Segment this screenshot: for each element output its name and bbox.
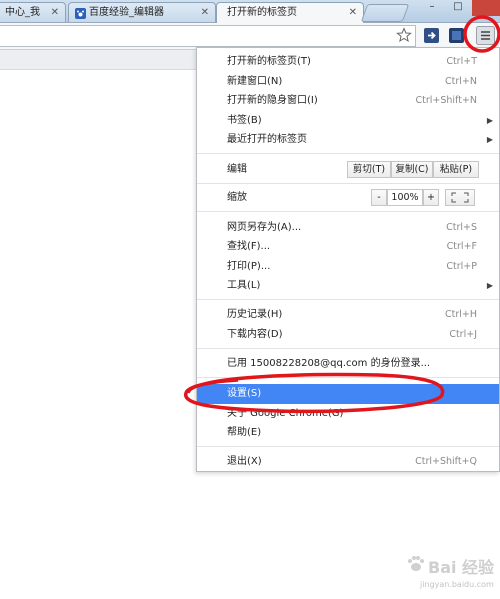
menu-item-tools[interactable]: 工具(L) ▶ [197,277,499,295]
watermark-brand: Bai 经验 [428,558,495,577]
copy-button[interactable]: 复制(C) [391,161,433,178]
menu-item-shortcut: Ctrl+T [446,56,477,67]
menu-item-signed-in[interactable]: 已用 15008228208@qq.com 的身份登录... [197,355,499,373]
menu-item-label: 缩放 [227,192,247,203]
menu-item-print[interactable]: 打印(P)... Ctrl+P [197,258,499,276]
menu-item-label: 已用 15008228208@qq.com 的身份登录... [227,358,431,369]
tab-strip: 中心_我 ✕ 百度经验_编辑器 ✕ 打开新的标签页 ✕ – □ [0,0,500,23]
menu-item-new-tab[interactable]: 打开新的标签页(T) Ctrl+T [197,53,499,71]
extension-icon[interactable] [449,28,464,46]
menu-row-zoom: 缩放 - 100% + [197,189,499,207]
star-icon[interactable] [396,27,412,46]
watermark-url: jingyan.baidu.com [420,580,494,589]
menu-item-save-as[interactable]: 网页另存为(A)... Ctrl+S [197,219,499,237]
menu-item-label: 下载内容(D) [227,329,283,340]
tab-title: 打开新的标签页 [227,7,297,18]
menu-separator [197,299,499,300]
menu-item-about[interactable]: 关于 Google Chrome(G) [197,405,499,423]
close-window-button[interactable] [472,0,500,16]
menu-separator [197,211,499,212]
menu-row-edit: 编辑 剪切(T) 复制(C) 粘贴(P) [197,161,499,179]
tab-baidu-editor[interactable]: 百度经验_编辑器 ✕ [68,2,216,22]
tab-close-icon[interactable]: ✕ [51,3,59,22]
menu-item-label: 工具(L) [227,280,261,291]
menu-item-recent-tabs[interactable]: 最近打开的标签页 ▶ [197,131,499,149]
menu-item-label: 编辑 [227,164,247,175]
menu-item-label: 打开新的隐身窗口(I) [227,95,318,106]
menu-item-exit[interactable]: 退出(X) Ctrl+Shift+Q [197,453,499,471]
submenu-arrow-icon: ▶ [486,116,493,125]
menu-item-new-window[interactable]: 新建窗口(N) Ctrl+N [197,73,499,91]
menu-item-label: 查找(F)... [227,241,271,252]
menu-item-label: 书签(B) [227,115,262,126]
paw-icon [408,556,424,571]
chrome-menu-icon[interactable] [476,26,495,48]
menu-item-label: 帮助(E) [227,427,262,438]
menu-separator [197,446,499,447]
tab-close-icon[interactable]: ✕ [349,3,357,22]
menu-item-label: 网页另存为(A)... [227,222,302,233]
chrome-menu: 打开新的标签页(T) Ctrl+T 新建窗口(N) Ctrl+N 打开新的隐身窗… [196,47,500,472]
submenu-arrow-icon: ▶ [486,135,493,144]
address-bar[interactable] [0,25,416,47]
menu-item-label: 退出(X) [227,456,262,467]
menu-item-label: 最近打开的标签页 [227,134,307,145]
menu-item-shortcut: Ctrl+S [446,222,477,233]
cut-button[interactable]: 剪切(T) [347,161,391,178]
toolbar [0,23,500,50]
menu-item-label: 打印(P)... [227,261,271,272]
zoom-level: 100% [387,189,423,206]
maximize-button[interactable]: □ [446,0,470,16]
menu-item-label: 关于 Google Chrome(G) [227,408,344,419]
menu-item-shortcut: Ctrl+J [449,329,477,340]
fullscreen-icon [451,192,469,203]
menu-item-shortcut: Ctrl+F [446,241,477,252]
menu-item-shortcut: Ctrl+Shift+N [415,95,477,106]
paw-icon [75,7,86,19]
menu-separator [197,348,499,349]
menu-separator [197,153,499,154]
menu-item-find[interactable]: 查找(F)... Ctrl+F [197,238,499,256]
baidu-jingyan-watermark: Bai 经验 jingyan.baidu.com [402,548,498,594]
minimize-button[interactable]: – [420,0,444,16]
tab-title: 百度经验_编辑器 [89,7,164,18]
menu-item-shortcut: Ctrl+H [444,309,477,320]
tab-new-tab[interactable]: 打开新的标签页 ✕ [216,2,364,23]
extension-arrow-icon[interactable] [424,28,439,46]
menu-item-shortcut: Ctrl+N [445,76,477,87]
menu-item-settings[interactable]: 设置(S) [197,384,499,404]
tab-title: 中心_我 [5,7,40,18]
menu-item-label: 历史记录(H) [227,309,283,320]
menu-separator [197,377,499,378]
zoom-out-button[interactable]: - [371,189,387,206]
page-bookmark-band [0,50,196,70]
submenu-arrow-icon: ▶ [486,281,493,290]
menu-item-shortcut: Ctrl+P [446,261,477,272]
tab-user-center[interactable]: 中心_我 ✕ [0,2,66,22]
paste-button[interactable]: 粘贴(P) [433,161,479,178]
menu-separator [197,183,499,184]
new-tab-button[interactable] [360,4,410,22]
tab-close-icon[interactable]: ✕ [201,3,209,22]
menu-item-help[interactable]: 帮助(E) [197,424,499,442]
menu-item-shortcut: Ctrl+Shift+Q [415,456,477,467]
menu-item-incognito[interactable]: 打开新的隐身窗口(I) Ctrl+Shift+N [197,92,499,110]
menu-item-label: 新建窗口(N) [227,76,283,87]
menu-item-history[interactable]: 历史记录(H) Ctrl+H [197,306,499,324]
menu-item-label: 打开新的标签页(T) [227,56,311,67]
fullscreen-button[interactable] [445,189,475,206]
menu-item-label: 设置(S) [227,388,262,399]
menu-item-downloads[interactable]: 下载内容(D) Ctrl+J [197,326,499,344]
menu-item-bookmarks[interactable]: 书签(B) ▶ [197,112,499,130]
zoom-in-button[interactable]: + [423,189,439,206]
